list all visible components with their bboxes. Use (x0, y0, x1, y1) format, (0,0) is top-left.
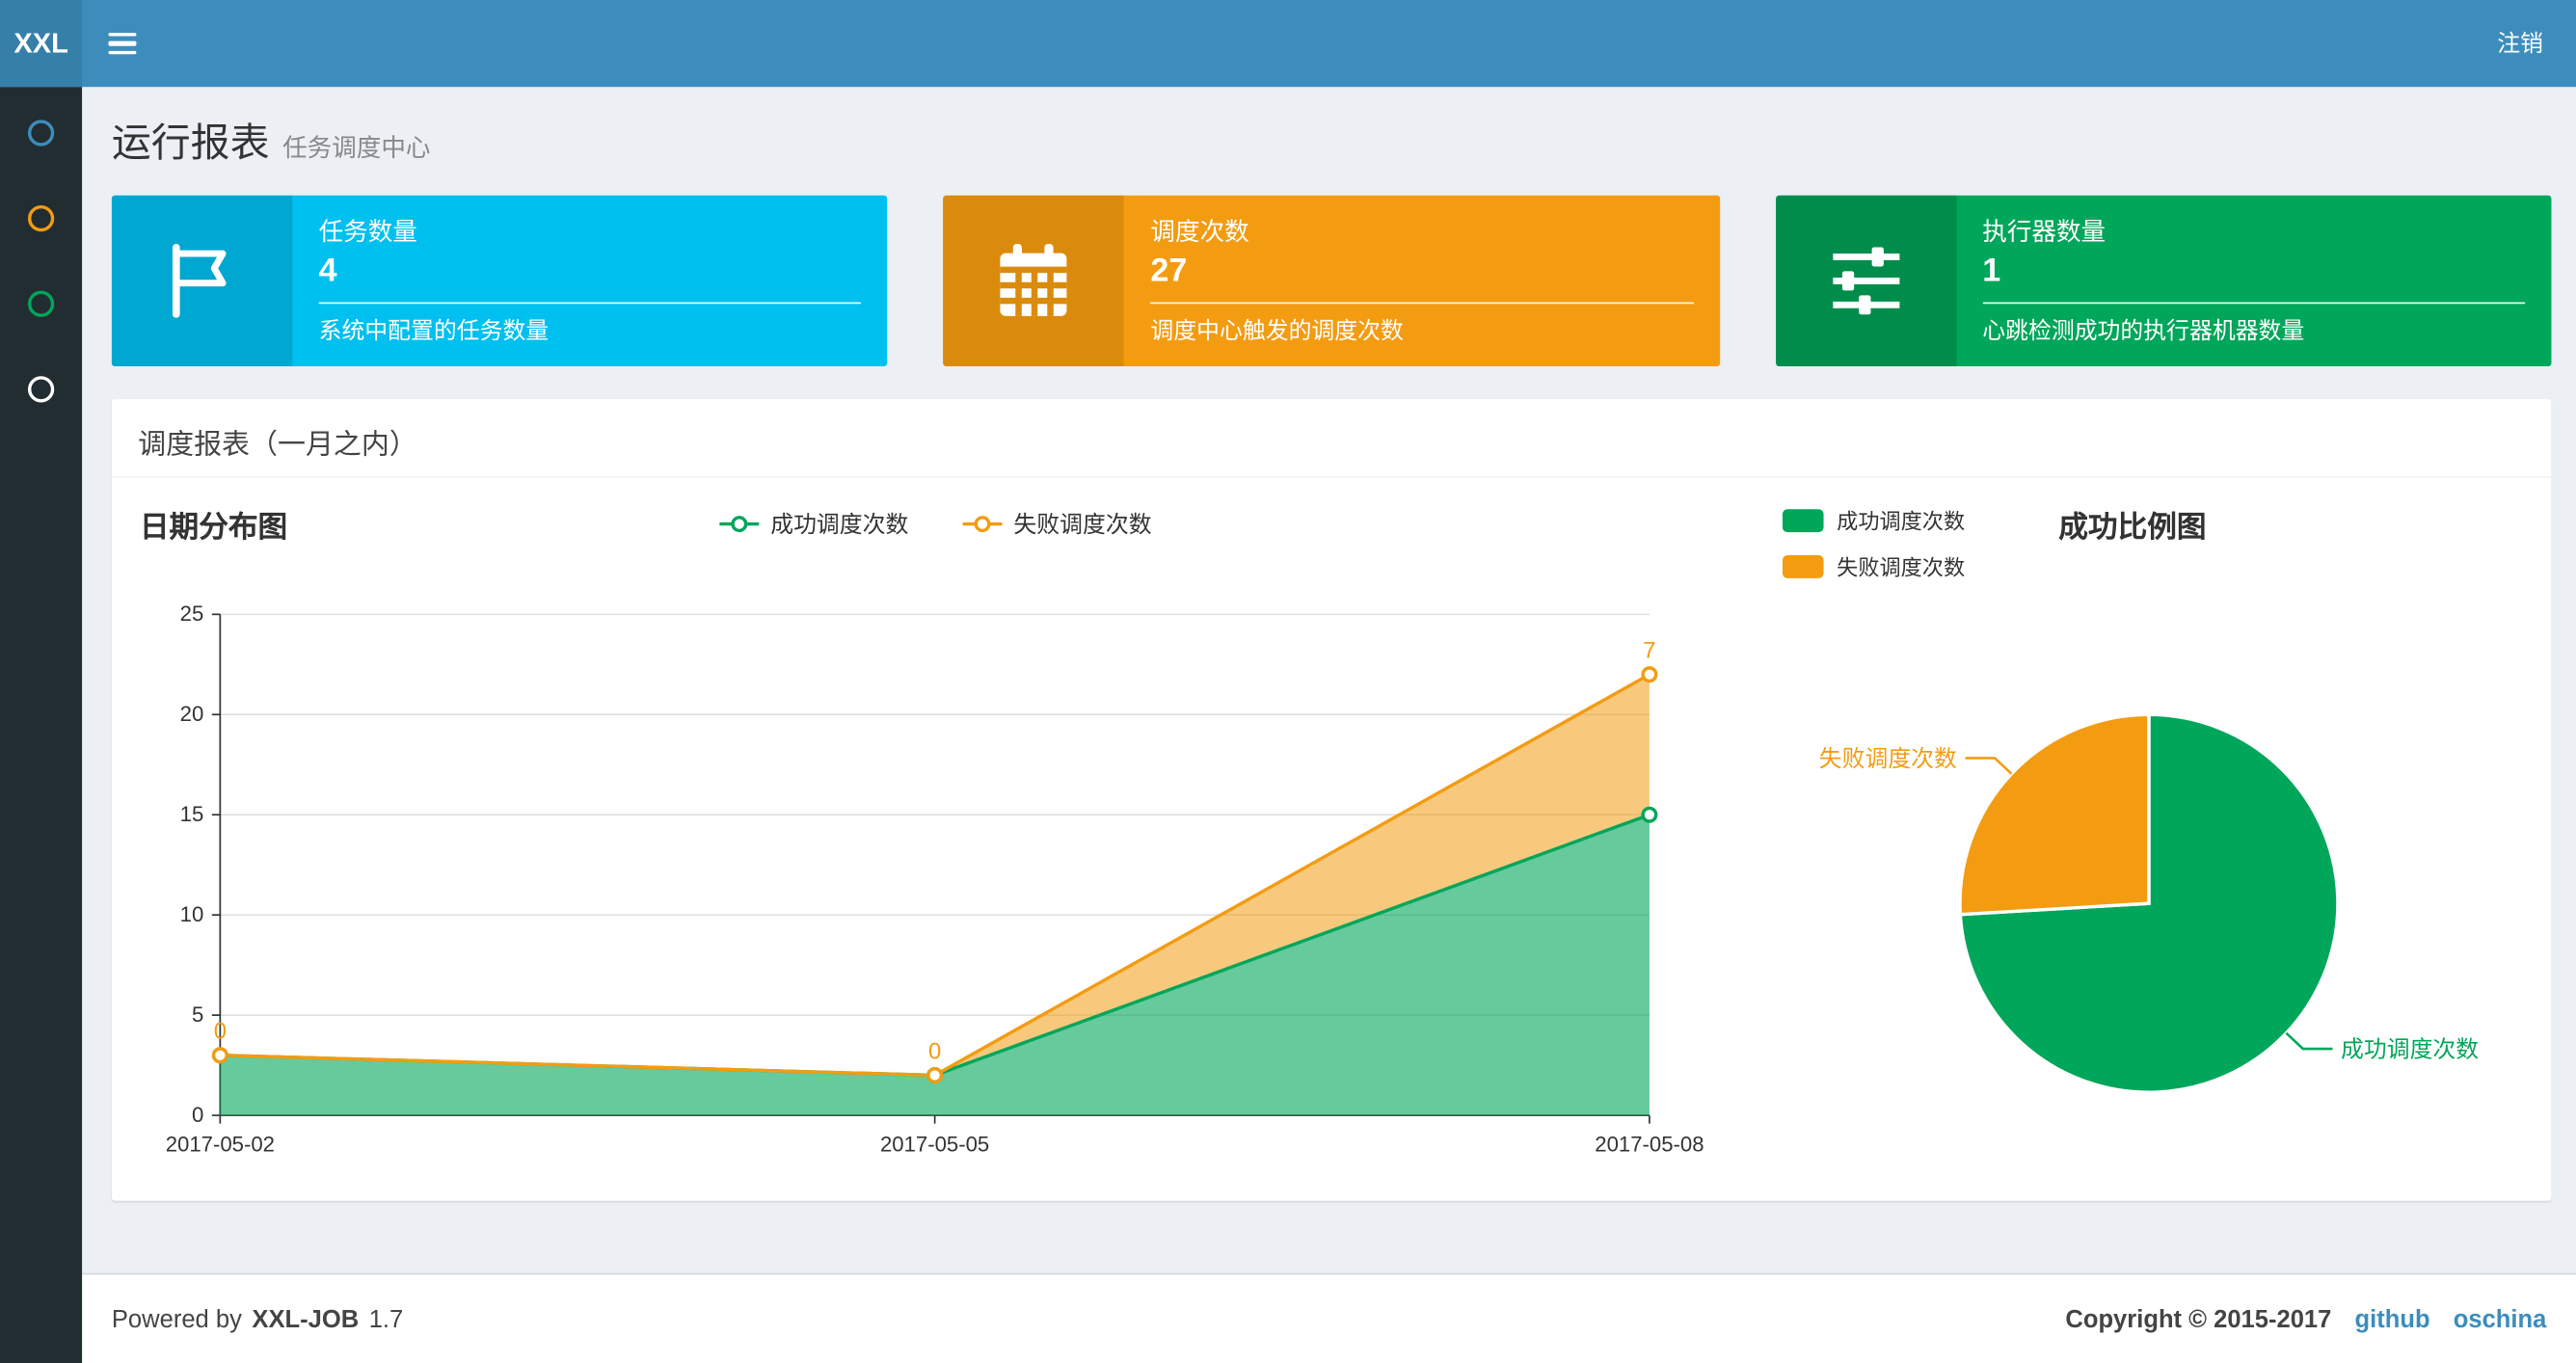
info-box-divider (318, 302, 862, 305)
svg-text:2017-05-02: 2017-05-02 (166, 1133, 275, 1157)
svg-text:15: 15 (180, 802, 204, 826)
panel-body: 0 5 10 15 20 25 2017-05-02 2017-05-05 2017-05-08… (112, 478, 2552, 1201)
summary-boxes: 任务数量 4 系统中配置的任务数量 调度次数 27 调度中心触发的调度次数 执行… (111, 195, 2552, 367)
success-ratio-pie-chart[interactable]: 成功调度次数失败调度次数 (1771, 478, 2551, 1201)
info-box-body: 调度次数 27 调度中心触发的调度次数 (1124, 196, 1719, 366)
svg-text:失败调度次数: 失败调度次数 (1819, 746, 1957, 772)
date-distribution-chart[interactable]: 05101520252017-05-02 2017-05-05 2017-05-08… (112, 478, 1771, 1201)
legend-label: 成功调度次数 (770, 510, 909, 538)
svg-text:7: 7 (1643, 638, 1655, 664)
svg-text:2017-05-08: 2017-05-08 (1595, 1133, 1704, 1157)
product-name: XXL-JOB (252, 1304, 360, 1333)
circle-icon (27, 205, 55, 232)
oschina-link[interactable]: oschina (2454, 1305, 2547, 1333)
calendar-icon (943, 195, 1125, 367)
sidebar-menu-item-2[interactable] (0, 182, 82, 254)
svg-text:0: 0 (214, 1019, 227, 1045)
legend-label: 失败调度次数 (1837, 554, 1966, 580)
app-logo-text: XXL (13, 27, 68, 59)
svg-text:25: 25 (180, 601, 204, 626)
flag-icon (111, 195, 293, 367)
svg-text:成功调度次数: 成功调度次数 (2341, 1037, 2479, 1063)
info-box-label: 调度次数 (1150, 218, 1249, 247)
svg-text:0: 0 (192, 1103, 203, 1127)
line-marker-icon (719, 516, 760, 533)
swatch-icon (1782, 554, 1824, 577)
page-subtitle: 任务调度中心 (282, 134, 431, 163)
info-box-desc: 系统中配置的任务数量 (318, 316, 550, 344)
sidebar-menu-item-1[interactable] (0, 97, 82, 170)
pie-legend: 成功调度次数 失败调度次数 (1782, 504, 1966, 581)
pie-chart-title: 成功比例图 (2058, 510, 2207, 545)
sidebar (0, 87, 83, 1363)
svg-text:0: 0 (928, 1038, 941, 1064)
app-root: XXL 注销 运行报表 任务调度中心 任务数量 4 系统中配置的任务数量 调度次… (0, 0, 2576, 1363)
svg-text:20: 20 (180, 702, 204, 726)
copyright-text: Copyright © 2015-2017 (2065, 1304, 2332, 1333)
info-box-divider (1982, 302, 2526, 305)
powered-by: Powered by XXL-JOB 1.7 (112, 1305, 403, 1333)
svg-text:10: 10 (180, 902, 204, 926)
legend-item-success[interactable]: 成功调度次数 (718, 508, 909, 541)
page-header: 运行报表 任务调度中心 (112, 120, 2552, 169)
circle-icon (27, 376, 55, 403)
circle-icon (27, 120, 55, 147)
pie-legend-item-fail[interactable]: 失败调度次数 (1782, 550, 1966, 581)
circle-icon (27, 290, 55, 317)
info-box-value: 27 (1150, 253, 1188, 289)
product-version: 1.7 (368, 1304, 404, 1333)
hamburger-icon (107, 32, 136, 55)
top-navbar: XXL 注销 (0, 0, 2576, 88)
github-link[interactable]: github (2355, 1305, 2430, 1333)
info-box-desc: 调度中心触发的调度次数 (1150, 316, 1404, 344)
page-title: 运行报表 (111, 121, 270, 167)
info-box-value: 4 (318, 253, 337, 289)
line-chart-legend: 成功调度次数 失败调度次数 (220, 508, 1650, 541)
sliders-icon (1775, 195, 1956, 367)
copyright-area: Copyright © 2015-2017 github oschina (2065, 1305, 2546, 1333)
info-box-label: 执行器数量 (1982, 218, 2106, 247)
info-box-value: 1 (1982, 253, 2001, 289)
legend-item-fail[interactable]: 失败调度次数 (961, 508, 1152, 541)
app-logo[interactable]: XXL (0, 0, 83, 88)
page-footer: Powered by XXL-JOB 1.7 Copyright © 2015-… (82, 1272, 2576, 1363)
sidebar-toggle-button[interactable] (82, 0, 161, 87)
trigger-count-box: 调度次数 27 调度中心触发的调度次数 (943, 195, 1720, 367)
line-marker-icon (962, 516, 1003, 533)
logout-link[interactable]: 注销 (2464, 0, 2576, 87)
sidebar-menu-item-4[interactable] (0, 353, 82, 425)
info-box-body: 任务数量 4 系统中配置的任务数量 (292, 196, 887, 366)
svg-text:5: 5 (192, 1002, 203, 1027)
jobs-count-box: 任务数量 4 系统中配置的任务数量 (111, 195, 888, 367)
executor-count-box: 执行器数量 1 心跳检测成功的执行器机器数量 (1775, 195, 2552, 367)
pie-legend-item-success[interactable]: 成功调度次数 (1782, 504, 1966, 535)
info-box-divider (1150, 302, 1694, 305)
legend-label: 失败调度次数 (1013, 510, 1152, 538)
legend-label: 成功调度次数 (1837, 509, 1966, 534)
info-box-body: 执行器数量 1 心跳检测成功的执行器机器数量 (1956, 196, 2551, 366)
info-box-label: 任务数量 (318, 218, 417, 247)
sidebar-menu-item-3[interactable] (0, 268, 82, 340)
panel-title: 调度报表（一月之内） (111, 399, 2552, 478)
main-content: 运行报表 任务调度中心 任务数量 4 系统中配置的任务数量 调度次数 27 调度… (82, 87, 2576, 1273)
svg-text:2017-05-05: 2017-05-05 (880, 1133, 989, 1157)
report-panel: 调度报表（一月之内） 0 5 10 15 20 25 2017-05-02 2017-05-0… (111, 399, 2552, 1201)
swatch-icon (1782, 508, 1824, 532)
info-box-desc: 心跳检测成功的执行器机器数量 (1982, 316, 2305, 344)
powered-by-prefix: Powered by (111, 1304, 242, 1333)
